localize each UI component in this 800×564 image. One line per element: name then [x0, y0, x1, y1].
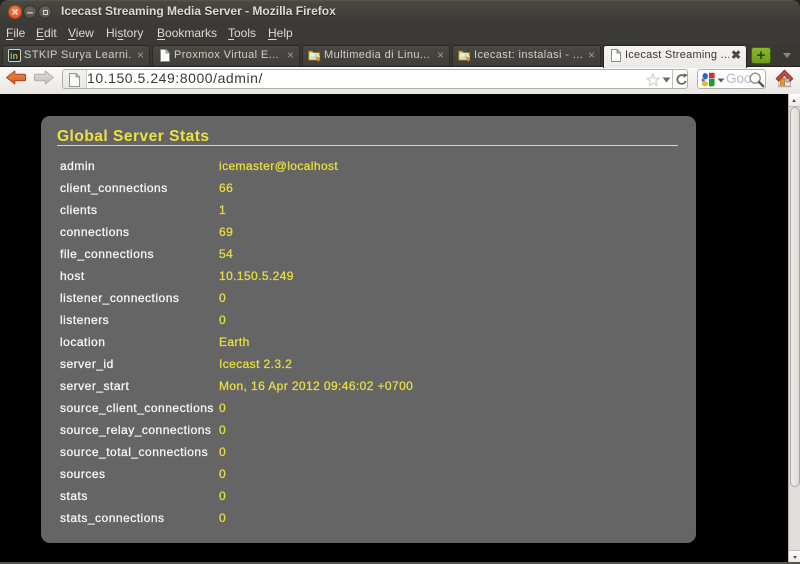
svg-text:in: in [10, 51, 18, 61]
